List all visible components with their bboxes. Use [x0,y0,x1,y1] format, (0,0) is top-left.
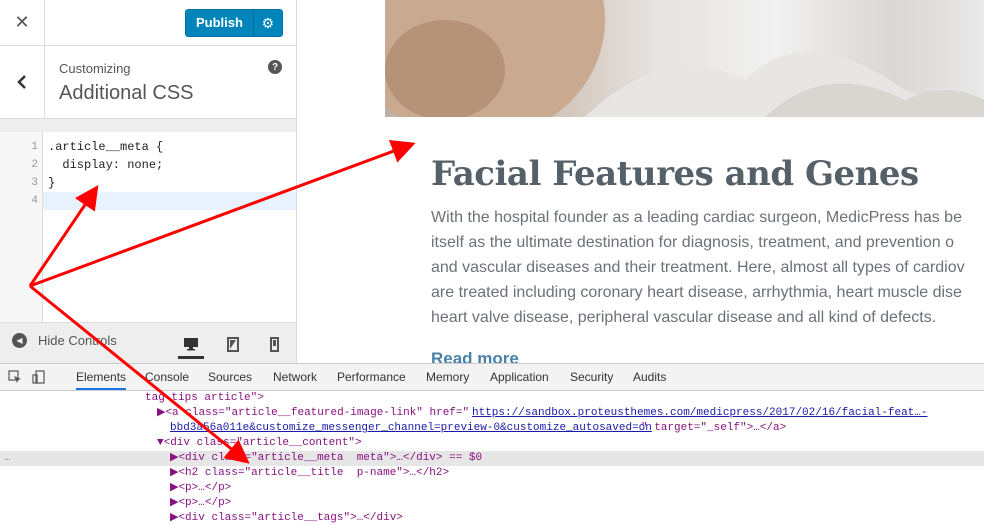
preview-tablet-button[interactable] [220,332,246,356]
chevron-left-icon [17,75,26,89]
dom-node[interactable]: ▼<div class="article__content"> [0,436,984,451]
preview-desktop-button[interactable] [178,332,204,359]
tab-application[interactable]: Application [490,364,549,390]
publish-group: Publish ⚙ [185,9,283,37]
featured-image-art [385,0,984,117]
back-button[interactable] [0,46,45,118]
collapse-icon: ◀ [12,333,27,348]
mobile-icon [269,336,279,352]
excerpt-line: are treated including coronary heart dis… [431,284,962,301]
dom-node-text: ▶<h2 class="article__title p-name">…</h2… [170,467,450,479]
preview-mobile-button[interactable] [261,332,287,356]
tab-network[interactable]: Network [273,364,317,390]
dom-node-text: ▼<div class="article__content"> [157,437,362,449]
code-line[interactable]: 1 .article__meta { [0,138,296,156]
read-more-link[interactable]: Read more [431,349,519,363]
dom-node[interactable]: tag-tips article"> [0,391,984,406]
code-line[interactable]: 2 display: none; [0,156,296,174]
customizer-header: ✕ Publish ⚙ [0,0,296,46]
dom-node-text: ▶<div class="article__tags">…</div> [170,512,403,524]
dom-href-link[interactable]: https://sandbox.proteusthemes.com/medicp… [472,406,927,421]
excerpt-line: itself as the ultimate destination for d… [431,234,954,251]
css-code-editor[interactable]: 1 .article__meta { 2 display: none; 3 } … [0,132,296,322]
tab-security[interactable]: Security [570,364,613,390]
line-number: 4 [31,195,38,207]
line-number: 3 [31,177,38,189]
devtools-toolbar: Elements Console Sources Network Perform… [0,364,984,391]
dom-node[interactable]: ▶<p>…</p> [0,481,984,496]
help-icon[interactable]: ? [268,60,282,74]
hide-controls-button[interactable]: ◀ Hide Controls [12,333,117,348]
dom-node[interactable]: ▶<a class="article__featured-image-link"… [0,406,984,421]
code-text: } [48,176,56,190]
dom-node-text: ▶<p>…</p> [170,482,232,494]
dom-node-text: ▶<div class="article__meta meta">…</div>… [170,452,483,464]
section-title: Additional CSS [59,82,194,104]
inspect-element-icon[interactable] [8,370,22,384]
tab-console[interactable]: Console [145,364,189,390]
section-header: Customizing Additional CSS ? [0,46,296,119]
customizer-footer: ◀ Hide Controls [0,322,296,363]
publish-button[interactable]: Publish [186,10,253,36]
line-number: 1 [31,141,38,153]
dom-node-text: " target="_self">…</a> [641,422,787,434]
excerpt-line: heart valve disease, peripheral vascular… [431,309,937,326]
excerpt-line: and vascular diseases and their treatmen… [431,259,965,276]
code-line[interactable]: 4 [0,192,296,210]
site-preview: Facial Features and Genes With the hospi… [297,0,984,363]
desktop-icon [184,338,198,351]
publish-settings-button[interactable]: ⚙ [252,10,282,36]
dom-node-text: ▶<p>…</p> [170,497,232,509]
dom-node-text: tag-tips article"> [145,392,264,404]
dom-gutter-ellipsis: … [4,452,11,464]
device-toolbar-icon[interactable] [32,370,46,384]
dom-node-selected[interactable]: … ▶<div class="article__meta meta">…</di… [0,451,984,466]
tab-performance[interactable]: Performance [337,364,406,390]
customizer-sidebar: ✕ Publish ⚙ Customizing Additional CSS ?… [0,0,297,363]
excerpt-line: With the hospital founder as a leading c… [431,209,962,226]
dom-node[interactable]: bbd3a56a011e&customize_messenger_channel… [0,421,984,436]
post-excerpt: With the hospital founder as a leading c… [431,205,984,330]
dom-node[interactable]: ▶<h2 class="article__title p-name">…</h2… [0,466,984,481]
code-text: .article__meta { [48,140,164,154]
tab-sources[interactable]: Sources [208,364,252,390]
customizing-label: Customizing [59,61,131,76]
devtools-panel: Elements Console Sources Network Perform… [0,363,984,525]
close-button[interactable]: ✕ [0,0,45,45]
dom-href-link[interactable]: bbd3a56a011e&customize_messenger_channel… [170,421,652,436]
tablet-icon [227,336,239,352]
tab-audits[interactable]: Audits [633,364,666,390]
dom-node-text: ▶<a class="article__featured-image-link"… [157,407,470,419]
hide-controls-label: Hide Controls [38,333,117,348]
post-title: Facial Features and Genes [431,154,919,194]
code-text: display: none; [48,158,164,172]
close-icon: ✕ [14,12,30,32]
line-number: 2 [31,159,38,171]
code-line[interactable]: 3 } [0,174,296,192]
gear-icon: ⚙ [261,14,275,31]
dom-node[interactable]: ▶<div class="article__tags">…</div> [0,511,984,525]
dom-node[interactable]: ▶<p>…</p> [0,496,984,511]
tab-memory[interactable]: Memory [426,364,469,390]
featured-image [385,0,984,117]
tab-elements[interactable]: Elements [76,364,127,390]
